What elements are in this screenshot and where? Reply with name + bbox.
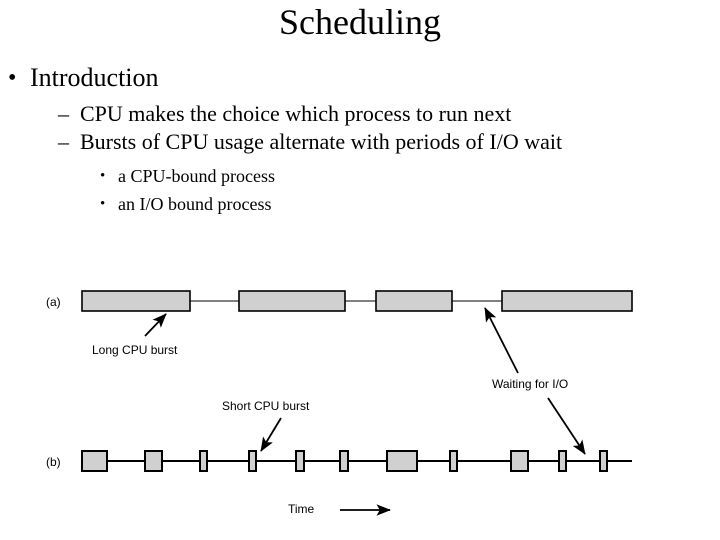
long-cpu-burst-arrow	[144, 313, 167, 337]
timeline-row-b: (b)	[46, 450, 632, 472]
dash-glyph: –	[58, 129, 69, 154]
burst-block	[558, 450, 567, 472]
long-cpu-burst-label: Long CPU burst	[92, 343, 178, 357]
outline-item-text: Bursts of CPU usage alternate with perio…	[80, 129, 563, 154]
bullet-glyph: •	[100, 168, 106, 184]
dash-glyph: –	[58, 101, 69, 126]
short-cpu-burst-arrow	[260, 417, 282, 452]
timeline-row-a: (a)	[46, 290, 633, 312]
waiting-for-io-arrow-down	[547, 397, 586, 455]
outline-item-level2: – CPU makes the choice which process to …	[0, 100, 720, 128]
row-b-label: (b)	[46, 455, 61, 469]
waiting-for-io-label: Waiting for I/O	[492, 377, 568, 391]
slide-canvas: Scheduling • Introduction – CPU makes th…	[0, 0, 720, 540]
waiting-for-io-arrow-up	[484, 307, 519, 374]
diagram-svg: (a) (b) Long CPU burst Short CPU burst W…	[46, 290, 633, 516]
annotation-short-cpu-burst: Short CPU burst	[222, 399, 310, 452]
burst-block	[199, 450, 208, 472]
outline-body: • Introduction – CPU makes the choice wh…	[0, 62, 720, 216]
burst-block	[238, 290, 346, 312]
outline-item-level3: • a CPU-bound process	[0, 164, 720, 188]
burst-block	[599, 450, 608, 472]
outline-item-level2: – Bursts of CPU usage alternate with per…	[0, 128, 720, 156]
outline-item-text: an I/O bound process	[118, 194, 272, 214]
page-title: Scheduling	[279, 2, 441, 42]
burst-block	[144, 450, 163, 472]
burst-block	[295, 450, 305, 472]
burst-block	[339, 450, 349, 472]
burst-block	[375, 290, 453, 312]
outline-item-text: CPU makes the choice which process to ru…	[80, 101, 512, 126]
outline-item-text: Introduction	[30, 63, 159, 92]
burst-block	[248, 450, 257, 472]
annotation-long-cpu-burst: Long CPU burst	[92, 313, 178, 357]
time-axis-label: Time	[288, 502, 315, 516]
bullet-glyph: •	[100, 196, 106, 212]
short-cpu-burst-label: Short CPU burst	[222, 399, 310, 413]
row-a-label: (a)	[46, 295, 61, 309]
outline-item-text: a CPU-bound process	[118, 166, 275, 186]
annotation-time-axis: Time	[288, 502, 391, 516]
burst-block	[449, 450, 458, 472]
burst-block	[81, 450, 108, 472]
annotation-waiting-for-io: Waiting for I/O	[484, 307, 586, 455]
burst-block	[81, 290, 191, 312]
burst-block	[510, 450, 529, 472]
burst-block	[386, 450, 418, 472]
cpu-burst-diagram: (a) (b) Long CPU burst Short CPU burst W…	[0, 270, 720, 540]
outline-item-level1: • Introduction	[0, 62, 720, 94]
burst-block	[501, 290, 633, 312]
bullet-glyph: •	[8, 65, 17, 91]
outline-item-level3: • an I/O bound process	[0, 192, 720, 216]
